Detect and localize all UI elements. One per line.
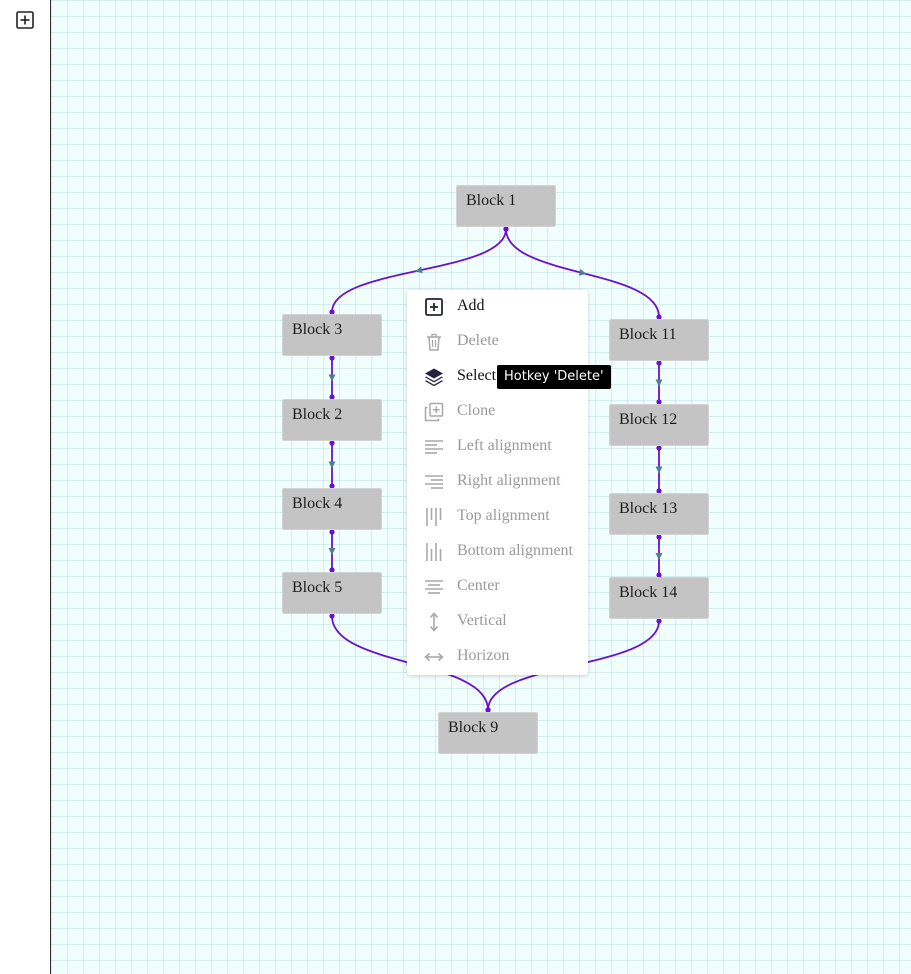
menu-item-label: Center bbox=[457, 577, 500, 594]
menu-item-delete[interactable]: Delete bbox=[407, 325, 588, 360]
plus-square-icon bbox=[425, 298, 443, 316]
menu-item-label: Delete bbox=[457, 332, 499, 349]
menu-item-bottom-alignment[interactable]: Bottom alignment bbox=[407, 535, 588, 570]
trash-icon bbox=[427, 333, 441, 351]
menu-item-horizon[interactable]: Horizon bbox=[407, 640, 588, 675]
align-left-icon bbox=[425, 440, 443, 454]
menu-item-label: Right alignment bbox=[457, 472, 561, 489]
menu-item-label: Top alignment bbox=[457, 507, 550, 524]
menu-item-label: Horizon bbox=[457, 647, 510, 664]
sidebar bbox=[0, 0, 51, 974]
menu-item-label: Left alignment bbox=[457, 437, 552, 454]
horizontal-arrows-icon bbox=[424, 652, 444, 662]
block-5[interactable]: Block 5 bbox=[282, 572, 382, 614]
edge-arrow-icon bbox=[328, 548, 336, 555]
menu-item-add[interactable]: Add bbox=[407, 290, 588, 325]
edge-arrow-icon bbox=[328, 374, 336, 382]
menu-item-label: Vertical bbox=[457, 612, 507, 629]
edge-start-dot bbox=[329, 440, 335, 446]
block-1[interactable]: Block 1 bbox=[456, 185, 556, 227]
menu-item-center[interactable]: Center bbox=[407, 570, 588, 605]
plus-square-icon[interactable] bbox=[16, 11, 34, 29]
edge-start-dot bbox=[656, 445, 662, 451]
edge-start-dot bbox=[656, 360, 662, 366]
edge-start-dot bbox=[329, 613, 335, 619]
menu-item-label: Clone bbox=[457, 402, 496, 419]
block-3[interactable]: Block 3 bbox=[282, 314, 382, 356]
align-top-icon bbox=[426, 508, 442, 526]
block-12[interactable]: Block 12 bbox=[609, 404, 709, 446]
block-4[interactable]: Block 4 bbox=[282, 488, 382, 530]
layers-icon bbox=[425, 368, 443, 387]
edge-start-dot bbox=[329, 529, 335, 535]
menu-item-right-alignment[interactable]: Right alignment bbox=[407, 465, 588, 500]
edge-arrow-icon bbox=[328, 461, 336, 469]
edge-arrow-icon bbox=[655, 466, 663, 474]
block-9[interactable]: Block 9 bbox=[438, 712, 538, 754]
menu-item-label: Add bbox=[457, 297, 485, 314]
menu-item-top-alignment[interactable]: Top alignment bbox=[407, 500, 588, 535]
menu-item-label: Bottom alignment bbox=[457, 542, 573, 559]
edge-start-dot bbox=[656, 618, 662, 624]
hotkey-tooltip: Hotkey 'Delete' bbox=[497, 365, 611, 389]
block-2[interactable]: Block 2 bbox=[282, 399, 382, 441]
align-center-icon bbox=[425, 580, 443, 594]
edge-start-dot bbox=[329, 355, 335, 361]
menu-item-vertical[interactable]: Vertical bbox=[407, 605, 588, 640]
align-bottom-icon bbox=[426, 543, 442, 561]
menu-item-label: Select bbox=[457, 367, 497, 384]
block-11[interactable]: Block 11 bbox=[609, 319, 709, 361]
align-right-icon bbox=[425, 475, 443, 489]
copy-plus-icon bbox=[424, 402, 444, 422]
edge-arrow-icon bbox=[655, 379, 663, 387]
menu-item-clone[interactable]: Clone bbox=[407, 395, 588, 430]
block-13[interactable]: Block 13 bbox=[609, 493, 709, 535]
edge-start-dot bbox=[503, 226, 509, 232]
edge-start-dot bbox=[656, 534, 662, 540]
vertical-arrows-icon bbox=[429, 612, 439, 632]
edge-arrow-icon bbox=[655, 553, 663, 560]
block-14[interactable]: Block 14 bbox=[609, 577, 709, 619]
menu-item-left-alignment[interactable]: Left alignment bbox=[407, 430, 588, 465]
context-menu: Add Delete Select Clone Left alignment Right … bbox=[407, 290, 588, 675]
